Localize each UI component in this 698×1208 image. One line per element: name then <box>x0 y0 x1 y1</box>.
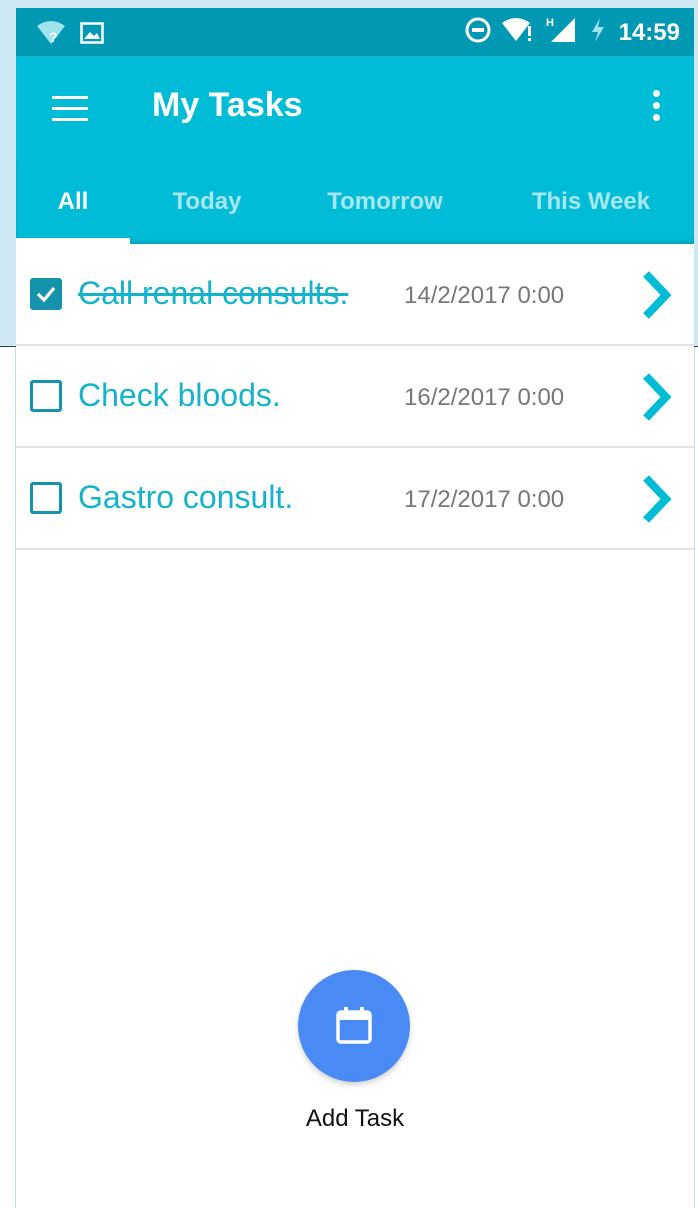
task-date: 14/2/2017 0:00 <box>404 282 565 309</box>
frame-left-edge <box>0 347 16 1208</box>
task-title: Check bloods. <box>78 377 281 413</box>
task-checkbox[interactable] <box>30 278 62 310</box>
svg-text:?: ? <box>49 29 58 45</box>
chevron-right-icon[interactable] <box>636 372 676 422</box>
task-date: 17/2/2017 0:00 <box>404 486 565 513</box>
check-icon <box>36 286 56 303</box>
task-list: Call renal consults. 14/2/2017 0:00 Chec… <box>16 244 694 550</box>
tab-tomorrow[interactable]: Tomorrow <box>306 160 464 244</box>
chevron-right-icon[interactable] <box>636 474 676 524</box>
network-type-label: H <box>546 17 554 29</box>
hamburger-menu-icon[interactable] <box>52 96 88 122</box>
task-title: Gastro consult. <box>78 479 294 515</box>
add-task-label: Add Task <box>305 1105 405 1132</box>
task-checkbox[interactable] <box>30 482 62 514</box>
tab-all[interactable]: All <box>16 160 130 244</box>
task-row[interactable]: Gastro consult. 17/2/2017 0:00 <box>16 448 694 550</box>
tab-bar: All Today Tomorrow This Week <box>16 160 694 244</box>
task-title: Call renal consults. <box>78 275 349 311</box>
cell-signal-icon: H <box>545 16 577 49</box>
chevron-right-icon[interactable] <box>636 270 676 320</box>
task-row[interactable]: Call renal consults. 14/2/2017 0:00 <box>16 244 694 346</box>
page-title: My Tasks <box>152 86 303 124</box>
more-vert-icon[interactable] <box>650 90 662 126</box>
calendar-icon <box>336 1007 372 1044</box>
do-not-disturb-icon <box>465 17 491 48</box>
battery-charging-icon <box>587 16 609 49</box>
app-bar: My Tasks <box>16 56 694 160</box>
task-row[interactable]: Check bloods. 16/2/2017 0:00 <box>16 346 694 448</box>
tab-today[interactable]: Today <box>142 160 272 244</box>
status-bar: ? H 14:59 <box>16 8 694 56</box>
frame-right-edge <box>694 347 698 1208</box>
add-task-button[interactable] <box>298 970 410 1082</box>
image-icon <box>80 22 104 49</box>
wifi-unknown-icon: ? <box>36 20 66 51</box>
tab-this-week[interactable]: This Week <box>514 160 668 244</box>
task-checkbox[interactable] <box>30 380 62 412</box>
status-time: 14:59 <box>618 18 680 46</box>
task-date: 16/2/2017 0:00 <box>404 384 565 411</box>
phone-screen: ? H 14:59 My Tasks All Today Tomorrow Th… <box>16 8 694 1208</box>
wifi-alert-icon <box>501 17 535 48</box>
